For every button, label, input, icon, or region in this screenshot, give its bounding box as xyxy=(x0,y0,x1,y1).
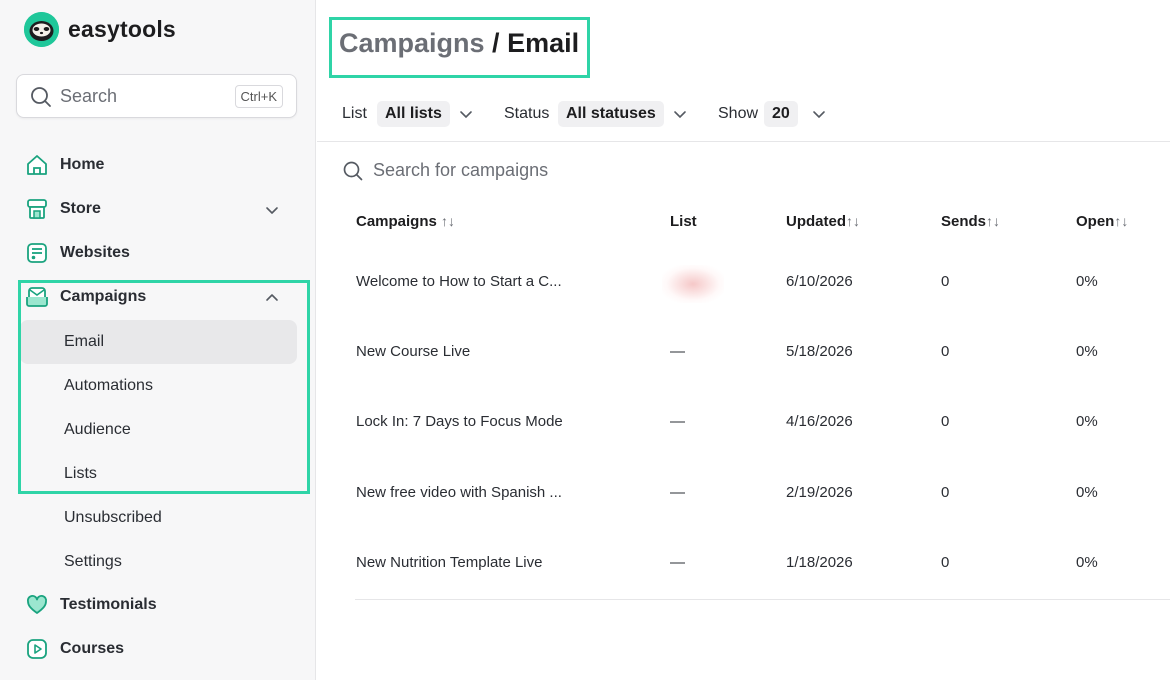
column-header-updated[interactable]: Updated↑↓ xyxy=(786,213,860,230)
campaign-sends: 0 xyxy=(941,343,950,360)
column-header-campaigns[interactable]: Campaigns ↑↓ xyxy=(356,213,455,230)
websites-icon xyxy=(24,240,50,266)
heart-icon xyxy=(24,592,50,618)
table-divider xyxy=(355,599,1170,600)
sidebar-item-courses[interactable]: Courses xyxy=(24,631,124,667)
sidebar-item-label: Testimonials xyxy=(60,596,157,613)
sidebar-subitem-settings[interactable]: Settings xyxy=(64,550,122,574)
sidebar: easytools Search Ctrl+K Home Store Websi… xyxy=(0,0,316,680)
campaign-updated: 1/18/2026 xyxy=(786,554,853,571)
sidebar-search[interactable]: Search Ctrl+K xyxy=(16,74,297,118)
sidebar-item-testimonials[interactable]: Testimonials xyxy=(24,587,157,623)
campaign-name[interactable]: New Course Live xyxy=(356,343,470,360)
campaign-open-rate: 0% xyxy=(1076,413,1098,430)
campaign-sends: 0 xyxy=(941,273,950,290)
chevron-down-icon[interactable] xyxy=(812,107,826,121)
search-icon xyxy=(343,161,363,180)
filter-bar: List All lists Status All statuses Show … xyxy=(317,100,1170,142)
column-header-list: List xyxy=(670,213,697,230)
show-filter-label: Show xyxy=(718,105,759,122)
sidebar-item-home[interactable]: Home xyxy=(24,147,104,183)
title-highlight-box xyxy=(329,17,590,78)
sort-icon: ↑↓ xyxy=(986,213,1001,229)
column-header-sends[interactable]: Sends↑↓ xyxy=(941,213,1000,230)
sort-icon: ↑↓ xyxy=(441,213,456,229)
sidebar-item-store[interactable]: Store xyxy=(24,191,101,227)
sidebar-subitem-unsubscribed[interactable]: Unsubscribed xyxy=(64,506,162,530)
campaign-open-rate: 0% xyxy=(1076,273,1098,290)
campaign-sends: 0 xyxy=(941,413,950,430)
column-label: Updated xyxy=(786,213,846,230)
campaigns-highlight-box xyxy=(18,280,310,494)
campaign-list: — xyxy=(670,554,685,571)
campaign-open-rate: 0% xyxy=(1076,554,1098,571)
campaign-search[interactable]: Search for campaigns xyxy=(343,160,548,181)
status-filter-select[interactable]: All statuses xyxy=(558,101,664,127)
campaign-updated: 4/16/2026 xyxy=(786,413,853,430)
campaign-name[interactable]: New free video with Spanish ... xyxy=(356,484,562,501)
sort-icon: ↑↓ xyxy=(846,213,860,229)
courses-icon xyxy=(24,636,50,662)
campaign-list: — xyxy=(670,484,685,501)
store-icon xyxy=(24,196,50,222)
campaign-name[interactable]: New Nutrition Template Live xyxy=(356,554,542,571)
list-tag-blurred xyxy=(662,265,724,303)
home-icon xyxy=(24,152,50,178)
search-shortcut-badge: Ctrl+K xyxy=(234,85,283,108)
search-placeholder: Search xyxy=(60,86,118,106)
sidebar-item-label: Store xyxy=(60,200,101,217)
campaign-list: — xyxy=(670,413,685,430)
column-label: Sends xyxy=(941,213,987,230)
list-filter-label: List xyxy=(342,105,367,122)
campaign-open-rate: 0% xyxy=(1076,484,1098,501)
list-filter-select[interactable]: All lists xyxy=(377,101,450,127)
campaign-updated: 5/18/2026 xyxy=(786,343,853,360)
campaign-list: — xyxy=(670,343,685,360)
show-count-select[interactable]: 20 xyxy=(764,101,798,127)
search-icon xyxy=(31,87,51,107)
column-label: Campaigns xyxy=(356,213,437,230)
sidebar-item-label: Websites xyxy=(60,244,130,261)
campaign-updated: 2/19/2026 xyxy=(786,484,853,501)
sidebar-item-websites[interactable]: Websites xyxy=(24,235,130,271)
app-name: easytools xyxy=(68,15,176,42)
campaign-sends: 0 xyxy=(941,554,950,571)
status-filter-label: Status xyxy=(504,105,550,122)
campaign-sends: 0 xyxy=(941,484,950,501)
campaign-name[interactable]: Welcome to How to Start a C... xyxy=(356,273,562,290)
column-label: Open xyxy=(1076,213,1115,230)
sort-icon: ↑↓ xyxy=(1114,213,1129,229)
chevron-down-icon[interactable] xyxy=(673,107,687,121)
logo[interactable]: easytools xyxy=(24,11,176,47)
sloth-logo-icon xyxy=(24,11,59,47)
column-header-open[interactable]: Open↑↓ xyxy=(1076,213,1128,230)
chevron-down-icon[interactable] xyxy=(459,107,473,121)
campaign-name[interactable]: Lock In: 7 Days to Focus Mode xyxy=(356,413,563,430)
campaign-search-placeholder: Search for campaigns xyxy=(373,160,549,180)
sidebar-item-label: Courses xyxy=(60,640,125,657)
campaign-open-rate: 0% xyxy=(1076,343,1098,360)
main-content: Campaigns / Email List All lists Status … xyxy=(317,0,1170,680)
sidebar-item-label: Home xyxy=(60,156,105,173)
column-label: List xyxy=(670,213,697,230)
chevron-down-icon[interactable] xyxy=(264,202,280,218)
campaign-updated: 6/10/2026 xyxy=(786,273,853,290)
